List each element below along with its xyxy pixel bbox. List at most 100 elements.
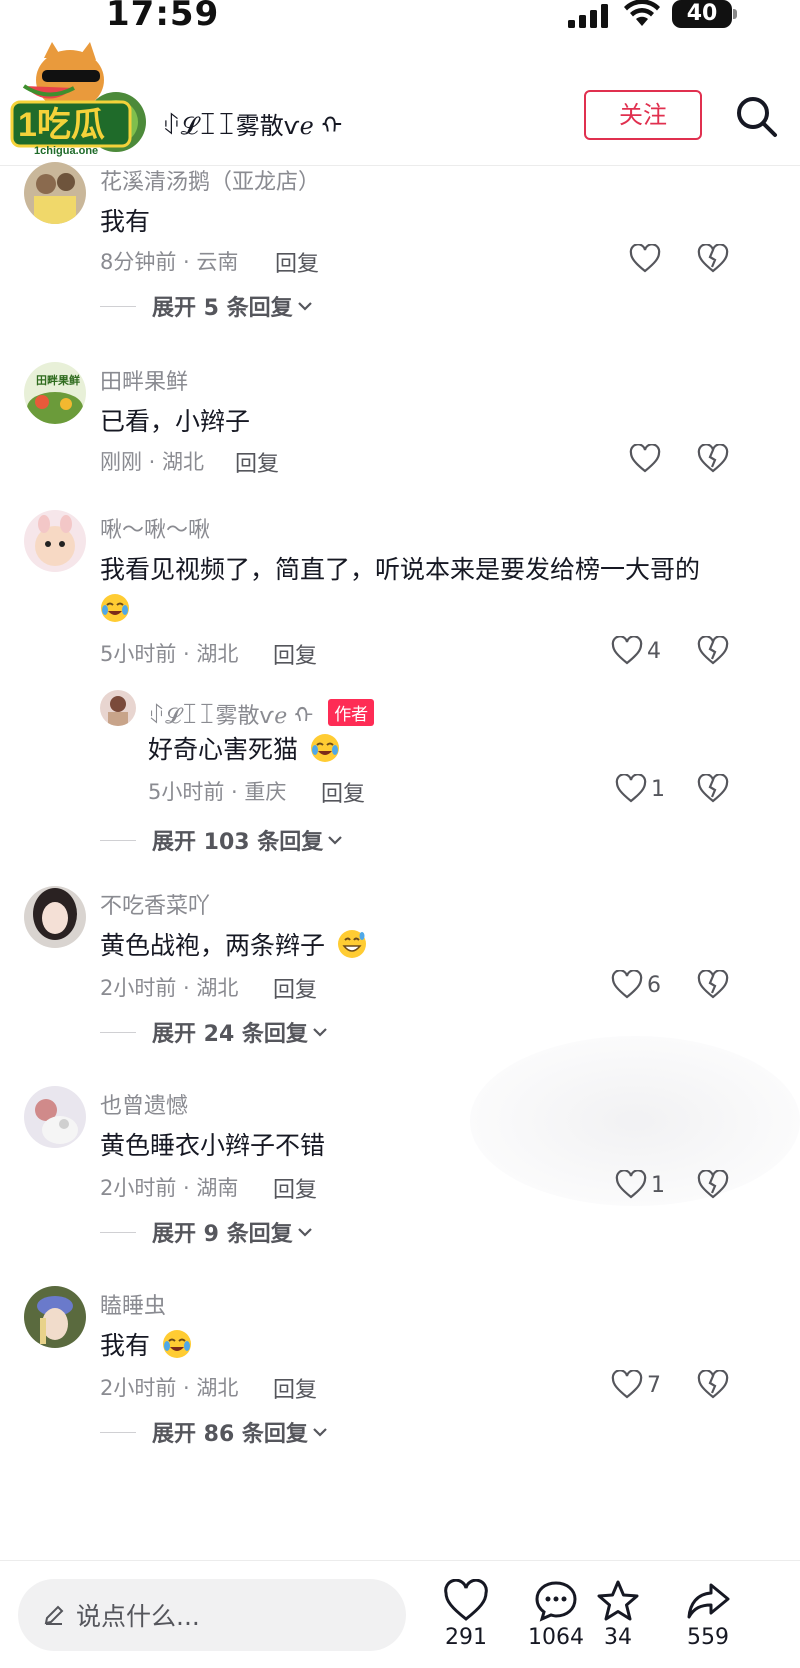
expand-replies[interactable]: 展开 103 条回复 <box>100 824 343 856</box>
expand-label: 展开 5 条回复 <box>152 296 293 321</box>
comment-input-placeholder: 说点什么... <box>76 1602 200 1631</box>
avatar[interactable]: 田畔果鲜 <box>24 362 86 424</box>
divider <box>100 305 136 307</box>
comment-meta: 2小时前 · 湖南 <box>100 1176 239 1200</box>
expand-replies[interactable]: 展开 5 条回复 <box>100 290 313 322</box>
broken-heart-icon[interactable] <box>697 444 729 474</box>
bottom-bar: 说点什么... 291 1064 34 559 <box>0 1560 800 1668</box>
comment-text-content: 黄色战袍，两条辫子 <box>100 931 326 960</box>
like-count: 4 <box>647 638 661 664</box>
like-action[interactable]: 291 <box>426 1579 506 1650</box>
comment-text-content: 我看见视频了，简直了，听说本来是要发给榜一大哥的 <box>100 555 701 584</box>
pen-icon <box>44 1605 64 1625</box>
like-button[interactable]: 6 <box>611 968 661 1002</box>
avatar[interactable] <box>24 1286 86 1348</box>
like-count: 7 <box>647 1372 661 1398</box>
author-name[interactable]: ꂑ𝓛ꀤꀤ雾散ѵℯ ᡣ <box>162 100 342 142</box>
broken-heart-icon[interactable] <box>697 1170 729 1200</box>
comment-meta: 8分钟前 · 云南 <box>100 250 239 274</box>
divider <box>100 1431 136 1433</box>
comment-meta: 5小时前 · 重庆 <box>148 780 287 804</box>
signal-icon <box>568 4 608 28</box>
heart-icon <box>444 1579 488 1621</box>
expand-label: 展开 24 条回复 <box>152 1022 308 1047</box>
reply-button[interactable]: 回复 <box>273 1172 317 1204</box>
like-button[interactable]: 7 <box>611 1368 661 1402</box>
like-button[interactable]: 1 <box>615 772 665 806</box>
comment-meta: 5小时前 · 湖北 <box>100 642 239 666</box>
avatar[interactable] <box>100 690 136 726</box>
comment-meta: 2小时前 · 湖北 <box>100 1376 239 1400</box>
expand-label: 展开 103 条回复 <box>152 830 324 855</box>
like-count: 1 <box>651 776 665 802</box>
comment-author[interactable]: ꂑ𝓛ꀤꀤ雾散ѵℯ ᡣ 作者 <box>148 692 375 730</box>
comment-author[interactable]: 田畔果鲜 <box>100 364 188 396</box>
svg-text:田畔果鲜: 田畔果鲜 <box>36 373 80 387</box>
divider <box>100 1231 136 1233</box>
like-button[interactable] <box>629 442 661 476</box>
avatar[interactable] <box>24 162 86 224</box>
expand-replies[interactable]: 展开 86 条回复 <box>100 1416 328 1448</box>
divider <box>100 1031 136 1033</box>
broken-heart-icon[interactable] <box>697 970 729 1000</box>
comment-author[interactable]: 花溪清汤鹅（亚龙店） <box>100 164 320 196</box>
svg-text:1吃瓜: 1吃瓜 <box>18 106 105 144</box>
comment-input[interactable]: 说点什么... <box>18 1579 406 1651</box>
comment-text-content: 我有 <box>100 1331 151 1360</box>
battery-indicator: 40 <box>672 0 737 28</box>
favorite-action[interactable]: 34 <box>578 1579 658 1650</box>
like-count: 6 <box>647 972 661 998</box>
status-time: 17:59 <box>106 0 220 34</box>
reply-button[interactable]: 回复 <box>273 972 317 1004</box>
avatar[interactable] <box>24 1086 86 1148</box>
reply-button[interactable]: 回复 <box>273 638 317 670</box>
star-icon <box>597 1580 639 1621</box>
comment-text: 黄色睡衣小辫子不错 <box>100 1131 326 1160</box>
chevron-down-icon <box>297 1228 312 1237</box>
reply-author-name: ꂑ𝓛ꀤꀤ雾散ѵℯ ᡣ <box>148 704 314 729</box>
comment-meta: 2小时前 · 湖北 <box>100 976 239 1000</box>
status-bar: 17:59 40 <box>0 0 800 40</box>
comment-author[interactable]: 不吃香菜吖 <box>100 888 210 920</box>
like-count: 1 <box>651 1172 665 1198</box>
expand-replies[interactable]: 展开 24 条回复 <box>100 1016 328 1048</box>
like-button[interactable]: 1 <box>615 1168 665 1202</box>
broken-heart-icon[interactable] <box>697 244 729 274</box>
reply-button[interactable]: 回复 <box>235 446 279 478</box>
broken-heart-icon[interactable] <box>697 636 729 666</box>
search-icon[interactable] <box>734 94 778 138</box>
heart-icon <box>611 636 643 665</box>
comment-author[interactable]: 瞌睡虫 <box>100 1288 166 1320</box>
follow-button[interactable]: 关注 <box>584 90 702 140</box>
heart-icon <box>611 970 643 999</box>
share-count: 559 <box>687 1625 729 1650</box>
reply-button[interactable]: 回复 <box>273 1372 317 1404</box>
favorite-count: 34 <box>604 1625 632 1650</box>
comment-author[interactable]: 也曾遗憾 <box>100 1088 188 1120</box>
like-button[interactable] <box>629 242 661 276</box>
cry-laugh-emoji-icon <box>310 734 339 762</box>
grin-sweat-emoji-icon <box>337 930 366 958</box>
comment-meta: 刚刚 · 湖北 <box>100 450 205 474</box>
avatar[interactable] <box>24 886 86 948</box>
heart-icon <box>615 1170 647 1199</box>
wifi-icon <box>624 0 660 26</box>
share-action[interactable]: 559 <box>668 1579 748 1650</box>
comment-text: 我看见视频了，简直了，听说本来是要发给榜一大哥的 <box>100 550 740 630</box>
like-button[interactable]: 4 <box>611 634 661 668</box>
cry-laugh-emoji-icon <box>101 594 129 622</box>
expand-replies[interactable]: 展开 9 条回复 <box>100 1216 313 1248</box>
comment-text: 黄色战袍，两条辫子 <box>100 926 367 962</box>
broken-heart-icon[interactable] <box>697 1370 729 1400</box>
heart-icon <box>611 1370 643 1399</box>
avatar[interactable] <box>24 510 86 572</box>
watermark-logo: 1吃瓜 1chigua.one <box>10 42 146 157</box>
broken-heart-icon[interactable] <box>697 774 729 804</box>
author-badge: 作者 <box>328 699 375 726</box>
reply-button[interactable]: 回复 <box>321 776 365 808</box>
chevron-down-icon <box>328 836 343 845</box>
heart-icon <box>629 444 661 473</box>
expand-label: 展开 9 条回复 <box>152 1222 293 1247</box>
reply-button[interactable]: 回复 <box>275 246 319 278</box>
comment-author[interactable]: 啾～啾～啾 <box>100 512 210 544</box>
